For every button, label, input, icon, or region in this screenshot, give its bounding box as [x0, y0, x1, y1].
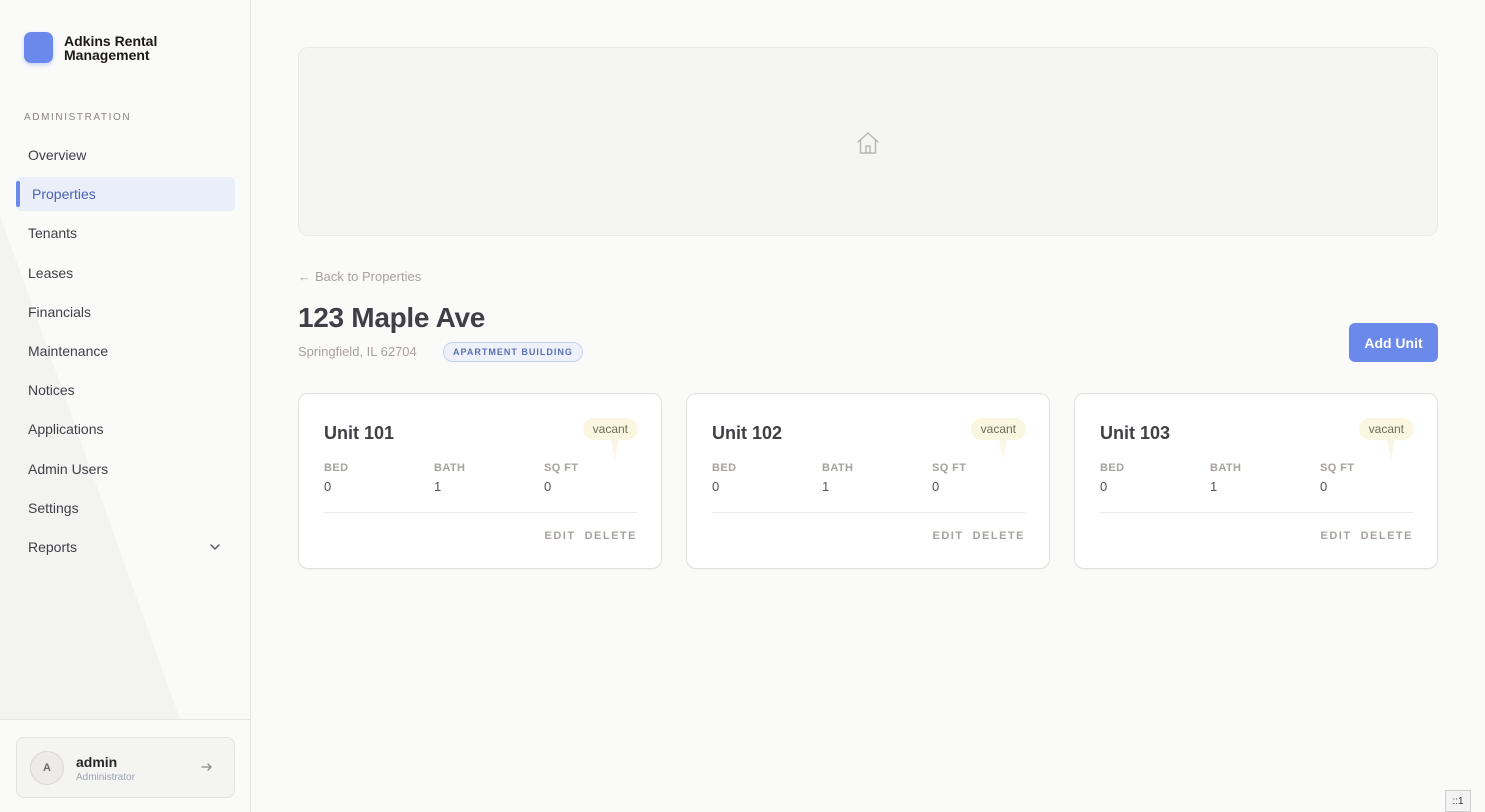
- stat-value: 0: [544, 479, 552, 494]
- delete-unit-button[interactable]: DELETE: [1361, 530, 1413, 542]
- stat-label: BATH: [822, 462, 854, 474]
- sidebar: Adkins Rental Management ADMINISTRATION …: [0, 0, 251, 812]
- property-address: Springfield, IL 62704: [298, 344, 417, 359]
- sidebar-item-label: Admin Users: [28, 460, 109, 477]
- unit-name: Unit 102: [712, 423, 783, 443]
- stat-label: BED: [324, 462, 349, 474]
- property-image-placeholder: [298, 47, 1438, 236]
- sidebar-item-properties[interactable]: Properties: [16, 177, 235, 212]
- dev-indicator[interactable]: ::1: [1445, 790, 1471, 812]
- sidebar-item-label: Maintenance: [28, 342, 109, 359]
- unit-card[interactable]: Unit 102 vacant BED 0 BATH 1 SQ FT 0 EDI…: [686, 393, 1050, 569]
- arrow-left-icon: ←: [298, 269, 311, 284]
- sidebar-item-notices[interactable]: Notices: [16, 373, 235, 407]
- unit-bed-stat: BED 0: [324, 462, 348, 494]
- stat-label: BATH: [434, 462, 466, 474]
- unit-bath-stat: BATH 1: [822, 462, 853, 494]
- unit-sqft-stat: SQ FT 0: [544, 462, 578, 494]
- sidebar-item-admin-users[interactable]: Admin Users: [16, 452, 235, 486]
- stat-label: BED: [1100, 462, 1125, 474]
- sidebar-nav: Overview Properties Tenants Leases Finan…: [16, 138, 235, 569]
- page-title: 123 Maple Ave: [298, 302, 486, 333]
- brand-logo: [24, 32, 53, 63]
- sidebar-item-label: Notices: [28, 382, 75, 399]
- user-name: admin: [76, 754, 118, 770]
- user-role: Administrator: [76, 772, 135, 783]
- status-badge-tail: [611, 440, 619, 460]
- sidebar-item-settings[interactable]: Settings: [16, 491, 235, 525]
- unit-name: Unit 101: [324, 423, 395, 443]
- stat-label: SQ FT: [932, 462, 967, 474]
- chevron-down-icon: [210, 544, 220, 550]
- stat-value: 0: [1320, 479, 1328, 494]
- stat-value: 1: [822, 479, 830, 494]
- unit-bath-stat: BATH 1: [434, 462, 465, 494]
- brand-name: Adkins Rental Management: [64, 32, 158, 63]
- status-badge-tail: [1387, 440, 1395, 460]
- status-badge: vacant: [582, 418, 638, 440]
- stat-label: BATH: [1210, 462, 1242, 474]
- card-actions: EDIT DELETE: [1321, 530, 1413, 542]
- home-icon: [857, 132, 879, 154]
- avatar: A: [30, 751, 64, 785]
- sidebar-item-overview[interactable]: Overview: [16, 138, 235, 172]
- sidebar-item-label: Reports: [28, 538, 78, 555]
- card-actions: EDIT DELETE: [933, 530, 1025, 542]
- card-divider: [1100, 512, 1413, 513]
- status-badge: vacant: [1358, 418, 1414, 440]
- stat-label: BED: [712, 462, 737, 474]
- stat-value: 0: [712, 479, 720, 494]
- stat-label: SQ FT: [1320, 462, 1355, 474]
- card-actions: EDIT DELETE: [545, 530, 637, 542]
- card-divider: [324, 512, 637, 513]
- stat-value: 0: [324, 479, 332, 494]
- stat-label: SQ FT: [544, 462, 579, 474]
- edit-unit-button[interactable]: EDIT: [1321, 530, 1352, 542]
- unit-sqft-stat: SQ FT 0: [1320, 462, 1354, 494]
- sidebar-item-label: Financials: [28, 303, 92, 320]
- stat-value: 1: [1210, 479, 1218, 494]
- unit-bath-stat: BATH 1: [1210, 462, 1241, 494]
- sidebar-footer: A admin Administrator: [0, 719, 250, 812]
- sidebar-item-label: Tenants: [28, 225, 78, 242]
- brand[interactable]: Adkins Rental Management: [24, 32, 174, 63]
- delete-unit-button[interactable]: DELETE: [973, 530, 1025, 542]
- sidebar-item-leases[interactable]: Leases: [16, 256, 235, 290]
- sidebar-item-label: Settings: [28, 499, 79, 516]
- unit-list: Unit 101 vacant BED 0 BATH 1 SQ FT 0 EDI…: [298, 393, 1438, 569]
- stat-value: 0: [1100, 479, 1108, 494]
- property-type-badge: APARTMENT BUILDING: [443, 342, 583, 362]
- card-divider: [712, 512, 1025, 513]
- unit-bed-stat: BED 0: [1100, 462, 1124, 494]
- unit-card[interactable]: Unit 103 vacant BED 0 BATH 1 SQ FT 0 EDI…: [1074, 393, 1438, 569]
- edit-unit-button[interactable]: EDIT: [545, 530, 576, 542]
- sidebar-item-reports[interactable]: Reports: [16, 530, 235, 564]
- add-unit-button[interactable]: Add Unit: [1349, 323, 1438, 362]
- status-badge-tail: [999, 440, 1007, 460]
- unit-name: Unit 103: [1100, 423, 1171, 443]
- status-badge: vacant: [970, 418, 1026, 440]
- nav-section-label: ADMINISTRATION: [24, 112, 132, 123]
- sidebar-item-label: Properties: [32, 186, 96, 203]
- unit-sqft-stat: SQ FT 0: [932, 462, 966, 494]
- back-to-properties-link[interactable]: ← Back to Properties: [298, 269, 421, 284]
- logout-arrow-icon[interactable]: [200, 760, 214, 774]
- edit-unit-button[interactable]: EDIT: [933, 530, 964, 542]
- sidebar-item-label: Leases: [28, 264, 74, 281]
- user-card[interactable]: A admin Administrator: [16, 737, 235, 798]
- sidebar-item-label: Overview: [28, 147, 87, 163]
- sidebar-item-financials[interactable]: Financials: [16, 295, 235, 329]
- sidebar-item-label: Applications: [28, 421, 104, 438]
- unit-card[interactable]: Unit 101 vacant BED 0 BATH 1 SQ FT 0 EDI…: [298, 393, 662, 569]
- unit-bed-stat: BED 0: [712, 462, 736, 494]
- stat-value: 1: [434, 479, 442, 494]
- delete-unit-button[interactable]: DELETE: [585, 530, 637, 542]
- back-link-label: Back to Properties: [315, 269, 422, 284]
- sidebar-item-applications[interactable]: Applications: [16, 412, 235, 446]
- sidebar-item-tenants[interactable]: Tenants: [16, 216, 235, 250]
- sidebar-item-maintenance[interactable]: Maintenance: [16, 334, 235, 368]
- stat-value: 0: [932, 479, 940, 494]
